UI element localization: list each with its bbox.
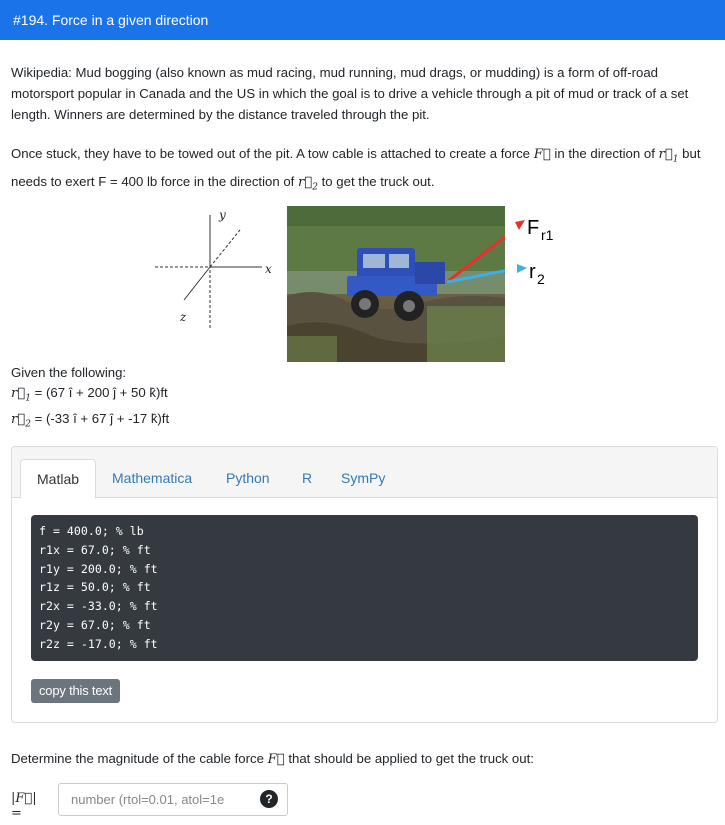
given-section: Given the following: r⃗1 = (67 î + 200 ĵ… (11, 363, 169, 434)
stuck-paragraph: Once stuck, they have to be towed out of… (11, 146, 701, 193)
z-axis-neg (209, 229, 241, 268)
force-label-sub: r1 (541, 227, 554, 243)
force-vector-symbol: F⃗ (533, 147, 551, 162)
photo-arrow-labels: F r1 r 2 (515, 217, 554, 287)
x-axis-label: x (265, 262, 272, 276)
code-line: r2y = 67.0; % ft (39, 617, 151, 632)
force-label: F (527, 217, 539, 239)
code-line: r1z = 50.0; % ft (39, 580, 151, 595)
code-line: r1y = 200.0; % ft (39, 561, 158, 576)
y-axis-label: y (218, 208, 226, 222)
help-icon[interactable]: ? (260, 790, 278, 808)
tab-matlab[interactable]: Matlab (20, 459, 97, 499)
r2-arrowhead (517, 264, 527, 273)
code-line: r2z = -17.0; % ft (39, 636, 158, 651)
code-block[interactable]: f = 400.0; % lb r1x = 67.0; % ft r1y = 2… (31, 515, 698, 661)
r1-line: r⃗1 = (67 î + 200 ĵ + 50 k̂)ft (11, 385, 168, 404)
tab-python[interactable]: Python (226, 459, 270, 497)
page-header: #194. Force in a given direction (0, 0, 725, 40)
problem-title: #194. Force in a given direction (13, 12, 209, 28)
truck-photo (287, 206, 505, 362)
code-line: f = 400.0; % lb (39, 524, 144, 538)
code-panel: Matlab Mathematica Python R SymPy f = 40… (11, 446, 718, 723)
given-title: Given the following: (11, 365, 127, 380)
force-arrowhead (515, 220, 525, 230)
copy-text-button[interactable]: copy this text (31, 679, 121, 703)
r1-vector-symbol: r⃗1 (658, 147, 679, 165)
wiki-paragraph: Wikipedia: Mud bogging (also known as mu… (11, 65, 689, 122)
tab-r[interactable]: R (302, 459, 312, 497)
r2-line: r⃗2 = (-33 î + 67 ĵ + -17 k̂)ft (11, 410, 170, 430)
r2-label-sub: 2 (537, 271, 545, 287)
z-axis-label: z (179, 310, 187, 324)
tab-mathematica[interactable]: Mathematica (112, 459, 192, 497)
z-axis (183, 266, 211, 301)
force-vector-symbol: F⃗ (267, 752, 285, 767)
tab-sympy[interactable]: SymPy (341, 459, 385, 497)
question-text: Determine the magnitude of the cable for… (11, 751, 534, 767)
code-line: r2x = -33.0; % ft (39, 599, 158, 614)
r2-vector-symbol: r⃗2 (298, 174, 318, 193)
answer-label: |F⃗| = (11, 791, 37, 821)
axes-diagram: y x z (155, 208, 272, 330)
answer-input[interactable] (58, 783, 288, 816)
r2-label: r (529, 261, 536, 283)
code-line: r1x = 67.0; % ft (39, 542, 151, 557)
